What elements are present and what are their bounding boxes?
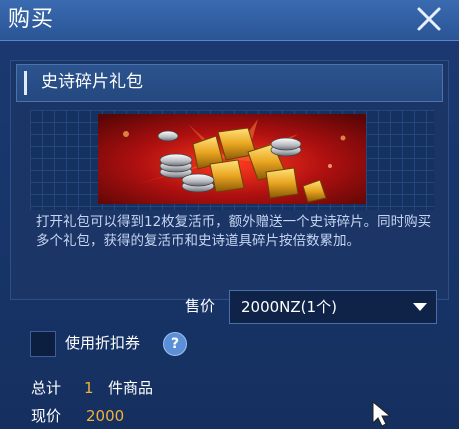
total-label: 总计 (31, 379, 62, 397)
total-unit: 件商品 (108, 379, 154, 397)
mouse-cursor-icon (372, 401, 392, 427)
help-icon[interactable]: ? (163, 332, 187, 356)
close-icon[interactable] (414, 4, 444, 34)
title-bar: 购买 (0, 0, 459, 41)
item-name: 史诗碎片礼包 (41, 72, 143, 92)
chevron-down-icon (413, 303, 427, 311)
discount-label[interactable]: 使用折扣券 (65, 330, 140, 356)
header-accent-bar (24, 71, 27, 95)
item-header: 史诗碎片礼包 (16, 64, 443, 102)
now-price-label: 现价 (31, 407, 62, 425)
price-label: 售价 (185, 297, 216, 315)
dialog-title: 购买 (8, 7, 55, 32)
now-price-value: 2000 (86, 407, 125, 425)
price-selected-value: 2000NZ(1个) (241, 298, 337, 316)
purchase-dialog: 购买 史诗碎片礼包 打开礼包可以得到12枚复活币，额外赠送一个史诗碎片。同时购买… (0, 0, 459, 429)
item-description: 打开礼包可以得到12枚复活币，额外赠送一个史诗碎片。同时购买多个礼包，获得的复活… (36, 214, 432, 249)
discount-checkbox[interactable] (30, 331, 56, 357)
price-select[interactable]: 2000NZ(1个) (229, 290, 437, 324)
total-count: 1 (84, 379, 94, 397)
item-image (98, 114, 366, 204)
item-image-area (30, 110, 434, 210)
